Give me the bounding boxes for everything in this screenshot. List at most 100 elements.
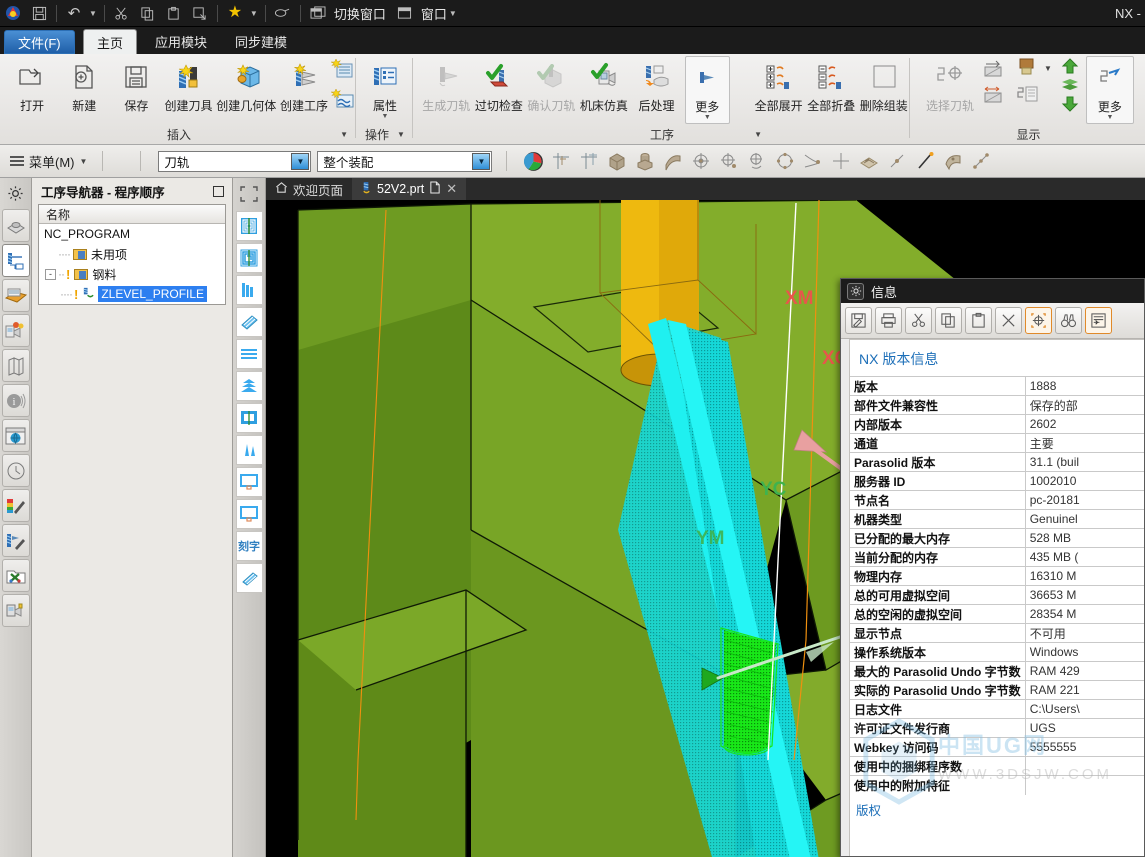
rail2-flowcut-icon[interactable] xyxy=(235,435,263,465)
gouge-check-button[interactable]: 过切检查 xyxy=(473,56,526,114)
delete-assembly-button[interactable]: 删除组装 xyxy=(858,56,911,114)
select-toolpath-button[interactable]: 选择刀轨 xyxy=(922,56,978,114)
paste-button[interactable] xyxy=(965,307,992,334)
chevron-down-icon[interactable]: ▼ xyxy=(472,152,491,170)
datum-plane-icon[interactable] xyxy=(548,148,574,174)
create-method-group-icon[interactable] xyxy=(330,87,356,114)
tab-synchronous-modeling[interactable]: 同步建模 xyxy=(222,29,300,54)
window-dropdown-caret-icon[interactable]: ▼ xyxy=(449,9,457,18)
eraser-icon[interactable] xyxy=(270,1,296,25)
create-program-group-icon[interactable] xyxy=(330,58,356,85)
window-icon[interactable] xyxy=(392,1,418,25)
save-as-button[interactable] xyxy=(845,307,872,334)
group-insert-launcher[interactable]: ▼ xyxy=(340,130,348,139)
copy-button[interactable] xyxy=(935,307,962,334)
point-select-icon[interactable] xyxy=(688,148,714,174)
datum-csys-icon[interactable] xyxy=(576,148,602,174)
reverse-toolpath-icon[interactable] xyxy=(982,85,1010,108)
dialog-title-bar[interactable]: 信息 xyxy=(841,279,1144,303)
curve-point-icon[interactable] xyxy=(800,148,826,174)
create-geometry-button[interactable]: 创建几何体 xyxy=(215,56,278,114)
collapse-expander-icon[interactable]: - xyxy=(45,268,56,280)
line-endpoint-icon[interactable] xyxy=(912,148,938,174)
point-cycle-icon[interactable] xyxy=(744,148,770,174)
rail2-face-mill[interactable] xyxy=(235,307,263,337)
spline-points-icon[interactable] xyxy=(968,148,994,174)
rail-model-navigator[interactable] xyxy=(1,209,30,242)
move-up-arrow-icon[interactable] xyxy=(1060,58,1080,77)
information-dialog[interactable]: 信息 NX 版本信息 版本 1888 部件文件兼容性 保存的部 内部版本 260… xyxy=(840,278,1145,857)
display-toolpath-icon[interactable] xyxy=(982,59,1010,82)
save-icon[interactable] xyxy=(26,1,52,25)
switch-window-icon[interactable] xyxy=(305,1,331,25)
rail-history[interactable] xyxy=(1,454,30,487)
tree-node-nc-program[interactable]: NC_PROGRAM xyxy=(39,224,225,244)
line-midpoint-icon[interactable] xyxy=(884,148,910,174)
face-mesh-icon[interactable] xyxy=(856,148,882,174)
favorites-star-icon[interactable]: ★ xyxy=(222,1,248,25)
rail2-cavity-mill[interactable] xyxy=(235,211,263,241)
menu-caret-icon[interactable]: ▼ xyxy=(80,157,88,166)
display-more-button[interactable]: 更多 ▼ xyxy=(1085,56,1134,124)
rail-machine-setup[interactable] xyxy=(1,594,30,627)
expand-all-button[interactable]: 全部展开 xyxy=(752,56,805,114)
tool-display-icon[interactable] xyxy=(1012,57,1042,82)
menu-button[interactable]: 菜单(M) ▼ xyxy=(0,152,95,171)
favorites-dropdown-caret-icon[interactable]: ▼ xyxy=(250,9,258,18)
resource-bar-settings-icon[interactable] xyxy=(0,178,31,208)
solid-body-icon[interactable] xyxy=(604,148,630,174)
point-set-icon[interactable] xyxy=(716,148,742,174)
tab-52v2-prt[interactable]: 52V2.prt ✕ xyxy=(352,178,467,200)
properties-dropdown-caret-icon[interactable]: ▼ xyxy=(382,113,389,120)
create-tool-button[interactable]: 创建刀具 xyxy=(162,56,214,114)
generate-toolpath-button[interactable]: 生成刀轨 xyxy=(420,56,473,114)
cut-icon[interactable] xyxy=(109,1,135,25)
chevron-down-icon[interactable]: ▼ xyxy=(291,152,310,170)
rail2-engrave[interactable]: 刻字 xyxy=(235,531,263,561)
rail-web-browser[interactable] xyxy=(1,419,30,452)
new-button[interactable]: 新建 xyxy=(58,56,110,114)
properties-button[interactable]: 属性 ▼ xyxy=(357,56,413,120)
rail2-profile-mill[interactable] xyxy=(235,275,263,305)
postprocess-button[interactable]: 后处理 xyxy=(630,56,683,114)
rail2-zlevel-follow[interactable] xyxy=(235,243,263,273)
dialog-content[interactable]: NX 版本信息 版本 1888 部件文件兼容性 保存的部 内部版本 2602 通道 主要 Par… xyxy=(849,339,1144,856)
rail-customize-tools[interactable] xyxy=(1,559,30,592)
rail-palette[interactable] xyxy=(1,489,30,522)
find-button[interactable] xyxy=(1055,307,1082,334)
color-wheel-icon[interactable] xyxy=(520,148,546,174)
undock-panel-button[interactable] xyxy=(213,185,224,197)
rail-toolpath-edit[interactable] xyxy=(1,524,30,557)
rail2-contour-area[interactable] xyxy=(235,403,263,433)
copy-icon[interactable] xyxy=(135,1,161,25)
rail-information-view[interactable]: i xyxy=(1,384,30,417)
tree-node-zlevel-profile[interactable]: ···· ! ZLEVEL_PROFILE xyxy=(39,284,225,304)
rail-machine-tool-view[interactable] xyxy=(1,279,30,312)
sheet-body-icon[interactable] xyxy=(660,148,686,174)
navigator-column-name[interactable]: 名称 xyxy=(39,205,225,224)
group-operation-launcher[interactable]: ▼ xyxy=(397,130,405,139)
paste-icon[interactable] xyxy=(161,1,187,25)
extruded-body-icon[interactable] xyxy=(632,148,658,174)
assembly-scope-combo[interactable]: 整个装配 ▼ xyxy=(317,150,493,172)
toolpath-list-icon[interactable] xyxy=(1012,84,1042,109)
verify-toolpath-button[interactable]: 确认刀轨 xyxy=(525,56,578,114)
group-process-launcher[interactable]: ▼ xyxy=(754,130,762,139)
toolpath-filter-combo[interactable]: 刀轨 ▼ xyxy=(158,150,312,172)
more-operations-caret-icon[interactable]: ▼ xyxy=(704,114,711,121)
switch-window-label[interactable]: 切换窗口 xyxy=(334,4,386,23)
rail2-planar-mill[interactable] xyxy=(235,339,263,369)
layers-icon[interactable] xyxy=(1060,78,1080,95)
tab-file[interactable]: 文件(F) xyxy=(4,30,75,54)
close-icon[interactable]: ✕ xyxy=(446,181,457,197)
word-wrap-button[interactable] xyxy=(1085,307,1112,334)
rail-machining-data[interactable] xyxy=(1,314,30,347)
tree-node-steel[interactable]: - ·· ! 钢料 xyxy=(39,264,225,284)
undo-icon[interactable]: ↶ xyxy=(61,1,87,25)
tab-home[interactable]: 主页 xyxy=(83,29,138,54)
tab-application-module[interactable]: 应用模块 xyxy=(142,29,220,54)
rail2-thread-mill[interactable] xyxy=(235,563,263,593)
rail2-zlevel-corner[interactable] xyxy=(235,371,263,401)
circle-points-icon[interactable] xyxy=(772,148,798,174)
print-button[interactable] xyxy=(875,307,902,334)
